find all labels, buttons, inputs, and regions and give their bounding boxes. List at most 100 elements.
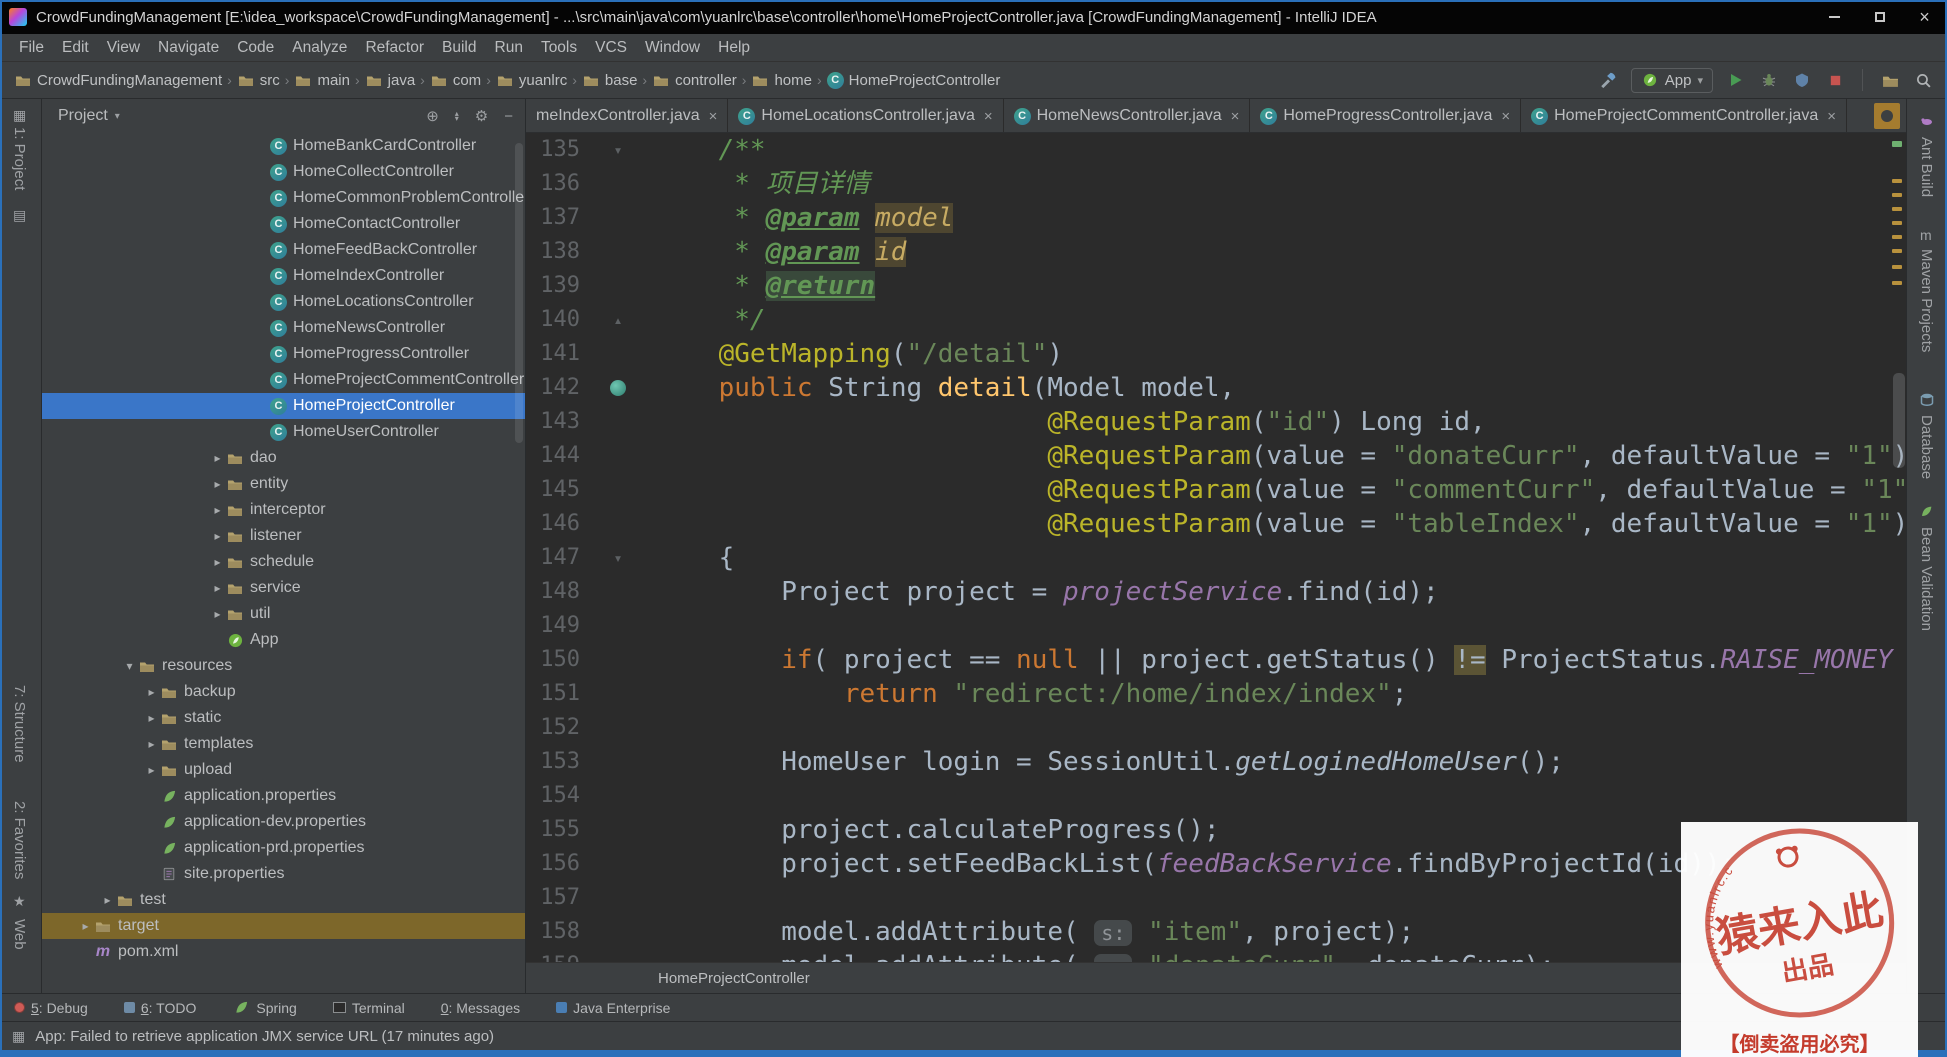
menu-item-view[interactable]: View — [98, 34, 149, 61]
stripe-database-button[interactable]: Database — [1918, 415, 1935, 479]
tab-close-icon[interactable]: × — [1827, 108, 1836, 125]
tree-item-service[interactable]: ▸service — [42, 575, 525, 601]
tree-expand-icon[interactable]: ▸ — [209, 477, 226, 491]
tree-item-schedule[interactable]: ▸schedule — [42, 549, 525, 575]
menu-item-edit[interactable]: Edit — [53, 34, 98, 61]
maximize-button[interactable] — [1857, 0, 1902, 34]
tree-item-HomeUserController[interactable]: CHomeUserController — [42, 419, 525, 445]
tree-item-pom.xml[interactable]: mpom.xml — [42, 939, 525, 965]
tree-expand-icon[interactable]: ▸ — [209, 503, 226, 517]
tree-expand-icon[interactable]: ▸ — [143, 763, 160, 777]
breadcrumb-item[interactable]: main — [294, 71, 350, 89]
tree-item-HomeIndexController[interactable]: CHomeIndexController — [42, 263, 525, 289]
tab-close-icon[interactable]: × — [984, 108, 993, 125]
stripe-structure-button[interactable]: 7: Structure — [11, 685, 28, 763]
tree-item-entity[interactable]: ▸entity — [42, 471, 525, 497]
tree-item-HomeProjectController[interactable]: CHomeProjectController — [42, 393, 525, 419]
stripe-maven-projects-button[interactable]: Maven Projects — [1918, 249, 1935, 352]
tree-expand-icon[interactable]: ▸ — [209, 451, 226, 465]
tree-item-test[interactable]: ▸test — [42, 887, 525, 913]
menu-item-code[interactable]: Code — [228, 34, 283, 61]
breadcrumb-item[interactable]: java — [365, 71, 416, 89]
toolwindow-button-spring[interactable]: Spring — [232, 999, 296, 1017]
fold-marker-icon[interactable]: ▾ — [580, 133, 656, 167]
tab-close-icon[interactable]: × — [709, 108, 718, 125]
chevron-down-icon[interactable]: ▾ — [115, 111, 120, 122]
toolwindow-button--messages[interactable]: 0: Messages — [441, 1000, 520, 1016]
editor-tab[interactable]: CHomeLocationsController.java× — [728, 99, 1003, 133]
toolwindow-button-terminal[interactable]: Terminal — [333, 1000, 405, 1016]
tree-item-util[interactable]: ▸util — [42, 601, 525, 627]
toolwindow-button-java-enterprise[interactable]: Java Enterprise — [556, 1000, 670, 1016]
gear-icon[interactable]: ⚙ — [475, 107, 488, 125]
tree-item-App[interactable]: App — [42, 627, 525, 653]
tree-expand-icon[interactable]: ▸ — [209, 581, 226, 595]
tree-item-HomeCommonProblemController[interactable]: CHomeCommonProblemController — [42, 185, 525, 211]
gutter-spring-icon[interactable] — [580, 371, 656, 405]
breadcrumb-item[interactable]: base — [582, 71, 638, 89]
breadcrumb-item[interactable]: home — [751, 71, 812, 89]
tree-item-HomeLocationsController[interactable]: CHomeLocationsController — [42, 289, 525, 315]
tree-item-HomeBankCardController[interactable]: CHomeBankCardController — [42, 133, 525, 159]
minimize-button[interactable] — [1812, 0, 1857, 34]
tree-item-dao[interactable]: ▸dao — [42, 445, 525, 471]
tree-item-HomeNewsController[interactable]: CHomeNewsController — [42, 315, 525, 341]
tree-expand-icon[interactable]: ▸ — [77, 919, 94, 933]
run-button[interactable] — [1726, 70, 1746, 90]
breadcrumb-item[interactable]: controller — [652, 71, 737, 89]
editor-tab[interactable]: meIndexController.java× — [526, 99, 728, 133]
fold-marker-icon[interactable]: ▴ — [580, 303, 656, 337]
tree-expand-icon[interactable]: ▸ — [209, 555, 226, 569]
tree-item-static[interactable]: ▸static — [42, 705, 525, 731]
tree-item-HomeContactController[interactable]: CHomeContactController — [42, 211, 525, 237]
hide-panel-icon[interactable]: − — [504, 108, 513, 125]
menu-item-tools[interactable]: Tools — [532, 34, 586, 61]
tree-item-HomeProgressController[interactable]: CHomeProgressController — [42, 341, 525, 367]
toolwindow-button--debug[interactable]: 5: Debug — [14, 1000, 88, 1016]
tree-item-site.properties[interactable]: site.properties — [42, 861, 525, 887]
toolwindow-button--todo[interactable]: 6: TODO — [124, 1000, 197, 1016]
menu-item-vcs[interactable]: VCS — [586, 34, 636, 61]
tree-expand-icon[interactable]: ▸ — [99, 893, 116, 907]
editor-scrollbar[interactable] — [1893, 373, 1905, 468]
breadcrumb-item[interactable]: src — [237, 71, 280, 89]
stop-button[interactable] — [1825, 70, 1845, 90]
active-tab-stub[interactable] — [1874, 103, 1900, 129]
tree-item-application-dev.properties[interactable]: application-dev.properties — [42, 809, 525, 835]
tree-item-target[interactable]: ▸target — [42, 913, 525, 939]
menu-item-run[interactable]: Run — [486, 34, 532, 61]
tree-item-resources[interactable]: ▾resources — [42, 653, 525, 679]
toolwindow-switcher-icon[interactable]: ▦ — [12, 1028, 25, 1045]
menu-item-analyze[interactable]: Analyze — [283, 34, 356, 61]
stripe-bean-validation-button[interactable]: Bean Validation — [1918, 527, 1935, 631]
close-button[interactable]: × — [1902, 0, 1947, 34]
tree-item-application-prd.properties[interactable]: application-prd.properties — [42, 835, 525, 861]
tab-close-icon[interactable]: × — [1501, 108, 1510, 125]
tree-item-interceptor[interactable]: ▸interceptor — [42, 497, 525, 523]
tree-item-listener[interactable]: ▸listener — [42, 523, 525, 549]
menu-item-file[interactable]: File — [10, 34, 53, 61]
spring-handler-icon[interactable] — [610, 380, 626, 396]
tree-expand-icon[interactable]: ▾ — [121, 659, 138, 673]
breadcrumb-item[interactable]: com — [430, 71, 481, 89]
tree-expand-icon[interactable]: ▸ — [143, 711, 160, 725]
menu-item-build[interactable]: Build — [433, 34, 485, 61]
menu-item-refactor[interactable]: Refactor — [356, 34, 433, 61]
editor-tab[interactable]: CHomeNewsController.java× — [1004, 99, 1251, 133]
tree-item-templates[interactable]: ▸templates — [42, 731, 525, 757]
collapse-all-icon[interactable]: ▴▾ — [455, 111, 459, 121]
menu-item-help[interactable]: Help — [709, 34, 759, 61]
tree-item-HomeCollectController[interactable]: CHomeCollectController — [42, 159, 525, 185]
breadcrumb-item[interactable]: yuanlrc — [496, 71, 567, 89]
toolwindow-grid-icon[interactable]: ▦ — [13, 107, 26, 124]
editor-breadcrumb-item[interactable]: HomeProjectController — [658, 970, 810, 987]
project-panel-title[interactable]: Project — [58, 107, 108, 125]
tree-expand-icon[interactable]: ▸ — [143, 685, 160, 699]
tree-item-application.properties[interactable]: application.properties — [42, 783, 525, 809]
tree-item-upload[interactable]: ▸upload — [42, 757, 525, 783]
menu-item-window[interactable]: Window — [636, 34, 709, 61]
tree-expand-icon[interactable]: ▸ — [209, 529, 226, 543]
tab-close-icon[interactable]: × — [1231, 108, 1240, 125]
fold-marker-icon[interactable]: ▾ — [580, 541, 656, 575]
star-icon[interactable]: ★ — [13, 893, 26, 910]
